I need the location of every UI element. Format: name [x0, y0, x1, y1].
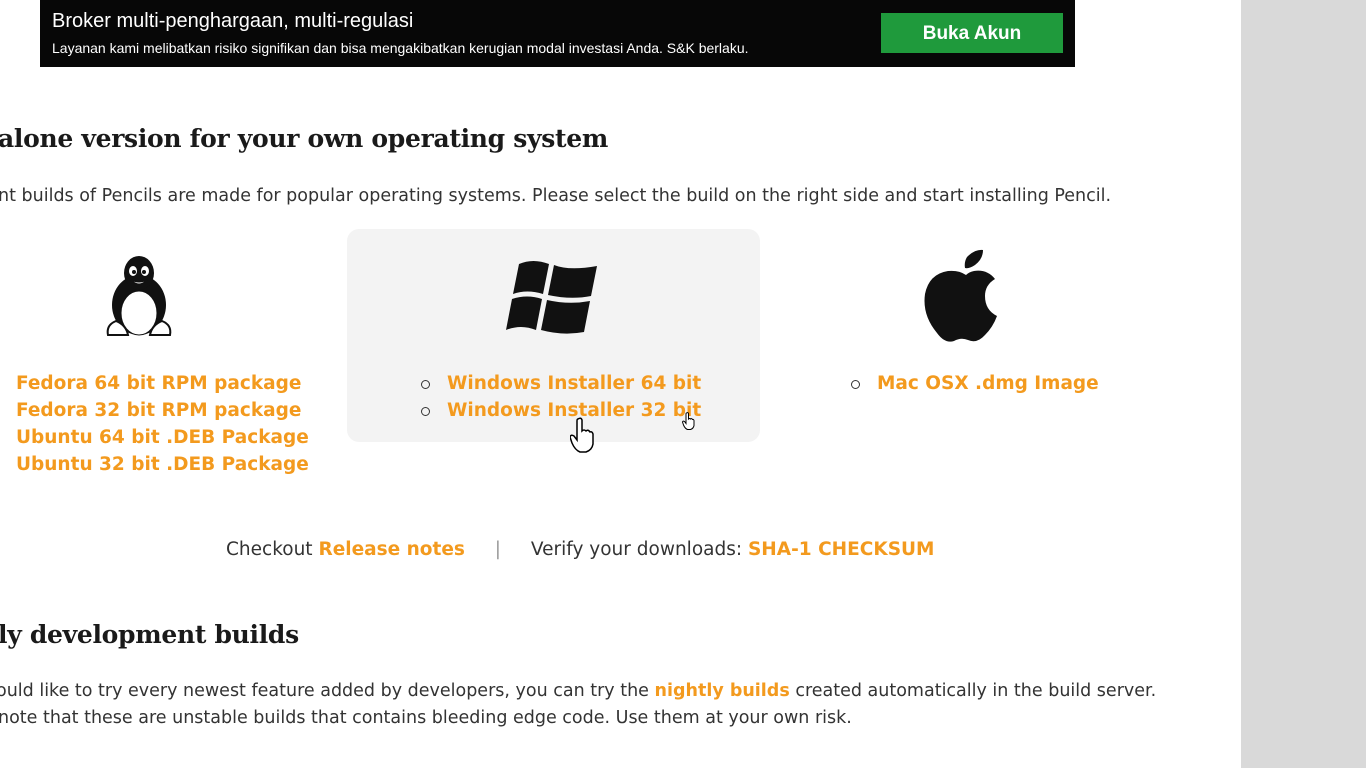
mac-downloads: Mac OSX .dmg Image: [851, 370, 1099, 397]
list-item: Ubuntu 32 bit .DEB Package: [16, 451, 309, 478]
verify-text: Verify your downloads:: [530, 539, 743, 560]
nightly-builds-link[interactable]: nightly builds: [655, 681, 790, 701]
apple-logo-icon: [923, 249, 1009, 345]
release-notes-link[interactable]: Release notes: [318, 539, 464, 560]
windows-64-link[interactable]: Windows Installer 64 bit: [447, 373, 701, 394]
ad-subtitle: Layanan kami melibatkan risiko signifika…: [52, 40, 749, 56]
bullet-icon: [421, 380, 430, 389]
ad-title: Broker multi-penghargaan, multi-regulasi: [52, 10, 414, 32]
list-item: Mac OSX .dmg Image: [851, 370, 1099, 397]
checkout-row: Checkout Release notes | Verify your dow…: [226, 539, 934, 560]
divider: |: [494, 539, 502, 560]
list-item: Fedora 64 bit RPM package: [16, 370, 309, 397]
nightly-line-2: note that these are unstable builds that…: [0, 708, 852, 728]
windows-downloads: Windows Installer 64 bit Windows Install…: [421, 370, 701, 424]
nightly-text-before: ould like to try every newest feature ad…: [0, 681, 649, 701]
bullet-icon: [421, 407, 430, 416]
list-item: Ubuntu 64 bit .DEB Package: [16, 424, 309, 451]
bullet-icon: [851, 380, 860, 389]
checkout-text: Checkout: [226, 539, 313, 560]
windows-logo-icon: [505, 256, 600, 338]
mac-dmg-link[interactable]: Mac OSX .dmg Image: [877, 373, 1099, 394]
page-gutter: [1241, 0, 1366, 768]
open-account-button[interactable]: Buka Akun: [881, 13, 1063, 53]
nightly-line-1: ould like to try every newest feature ad…: [0, 681, 1156, 701]
hand-cursor-icon: [681, 412, 695, 434]
fedora-32-link[interactable]: Fedora 32 bit RPM package: [16, 400, 301, 421]
hand-cursor-icon: [569, 417, 594, 457]
ubuntu-64-link[interactable]: Ubuntu 64 bit .DEB Package: [16, 427, 309, 448]
fedora-64-link[interactable]: Fedora 64 bit RPM package: [16, 373, 301, 394]
nightly-text-after: created automatically in the build serve…: [795, 681, 1157, 701]
checksum-link[interactable]: SHA-1 CHECKSUM: [748, 539, 934, 560]
linux-penguin-icon: [104, 255, 174, 337]
standalone-heading: alone version for your own operating sys…: [0, 124, 609, 153]
list-item: Windows Installer 64 bit: [421, 370, 701, 397]
nightly-heading: ly development builds: [0, 620, 299, 649]
standalone-description: nt builds of Pencils are made for popula…: [0, 186, 1112, 206]
linux-downloads: Fedora 64 bit RPM package Fedora 32 bit …: [16, 370, 309, 478]
list-item: Fedora 32 bit RPM package: [16, 397, 309, 424]
ad-banner[interactable]: Broker multi-penghargaan, multi-regulasi…: [40, 0, 1075, 67]
ubuntu-32-link[interactable]: Ubuntu 32 bit .DEB Package: [16, 454, 309, 475]
